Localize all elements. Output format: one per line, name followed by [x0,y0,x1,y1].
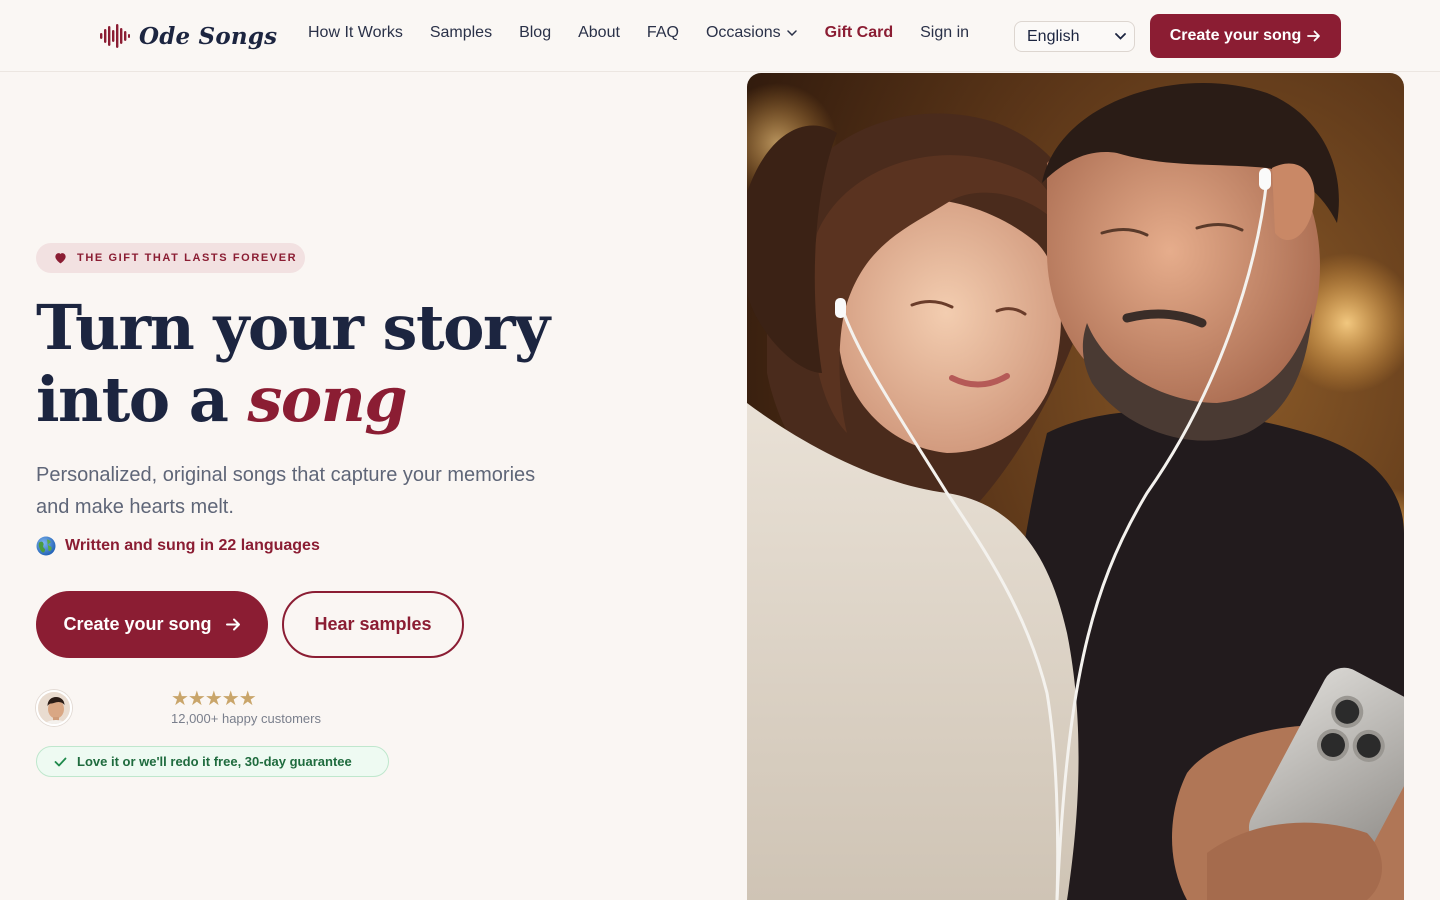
brand-name: Ode Songs [139,22,278,50]
guarantee-badge: Love it or we'll redo it free, 30-day gu… [36,746,389,777]
main-nav: How It Works Samples Blog About FAQ Occa… [308,24,969,42]
soundwave-icon [100,24,130,48]
hero-subtext: Personalized, original songs that captur… [36,464,536,518]
rating-stars: ★★★★★ [171,688,257,710]
headline-accent: song [247,363,407,436]
heart-icon [55,253,66,264]
header-create-song-button[interactable]: Create your song [1150,14,1341,58]
check-icon [54,757,67,766]
languages-note-text: Written and sung in 22 languages [65,537,320,554]
guarantee-text: Love it or we'll redo it free, 30-day gu… [77,754,352,769]
nav-sign-in[interactable]: Sign in [920,24,969,42]
hero-badge: THE GIFT THAT LASTS FOREVER [36,243,305,273]
nav-occasions-label: Occasions [705,24,781,41]
arrow-right-icon [1307,30,1321,42]
header-create-song-label: Create your song [1169,27,1302,44]
hear-samples-label: Hear samples [314,614,432,634]
nav-faq[interactable]: FAQ [647,24,679,42]
customer-avatar [36,690,72,726]
headline-line-2: into a [36,363,248,436]
nav-how-it-works[interactable]: How It Works [308,24,403,42]
logo[interactable]: Ode Songs [100,20,277,52]
hero-photo [747,73,1404,900]
chevron-down-icon [1115,33,1126,40]
nav-gift-card[interactable]: Gift Card [825,24,893,42]
language-select[interactable]: English [1014,21,1135,52]
site-header: Ode Songs How It Works Samples Blog Abou… [0,0,1440,72]
languages-note: Written and sung in 22 languages [36,536,320,556]
create-song-label: Create your song [63,614,212,634]
language-select-value: English [1027,27,1080,45]
hero-badge-text: THE GIFT THAT LASTS FOREVER [77,252,298,264]
create-song-button[interactable]: Create your song [36,591,268,658]
nav-occasions-dropdown[interactable]: Occasions [706,24,797,42]
chevron-down-icon [786,30,797,36]
nav-blog[interactable]: Blog [519,24,551,42]
nav-samples[interactable]: Samples [430,24,492,42]
globe-icon [36,536,56,556]
arrow-right-icon [225,618,240,631]
nav-about[interactable]: About [578,24,620,42]
hear-samples-button[interactable]: Hear samples [282,591,464,658]
headline-line-1: Turn your story [36,291,550,364]
customers-count: 12,000+ happy customers [171,711,321,726]
hero-headline: Turn your story into a song [36,292,676,436]
